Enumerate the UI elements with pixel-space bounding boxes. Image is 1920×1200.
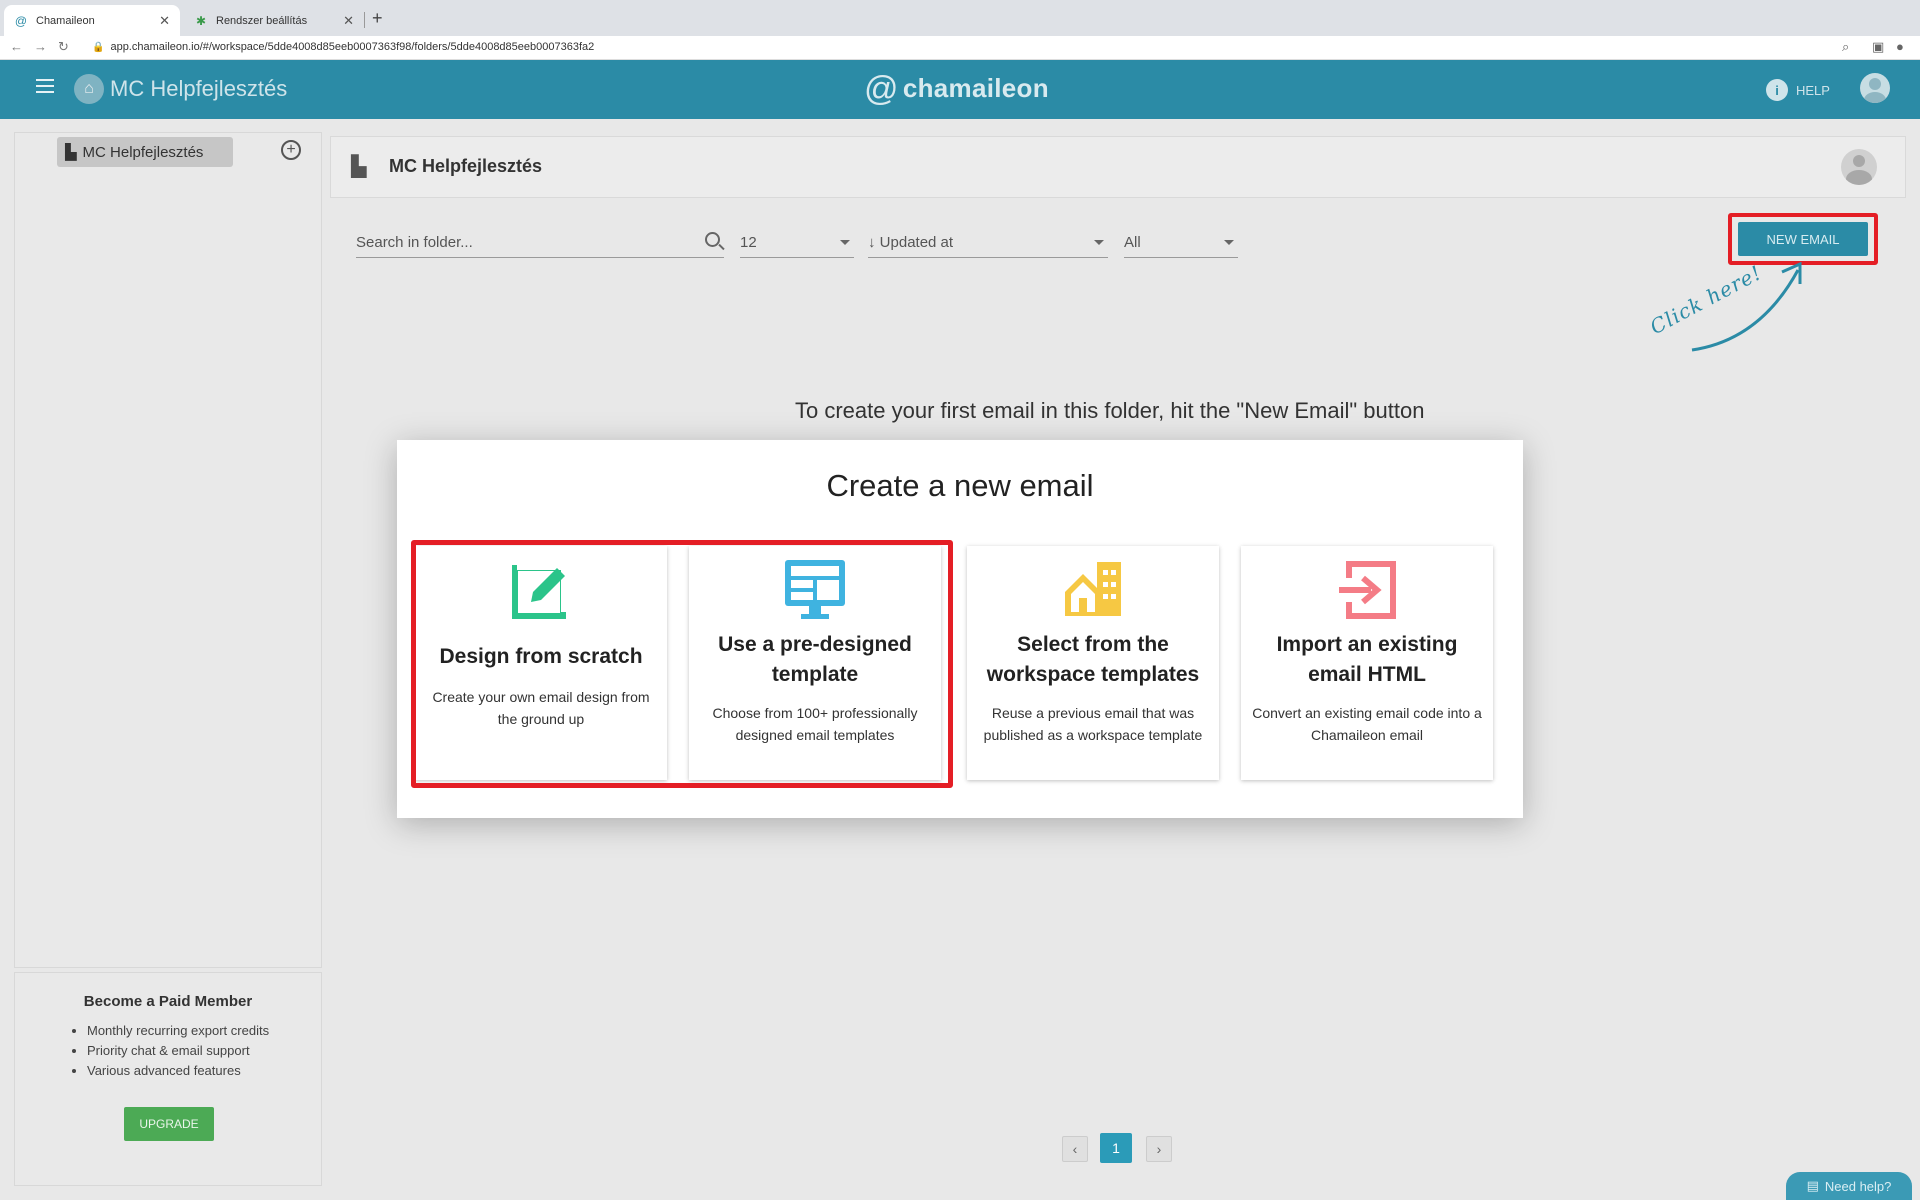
workspace-title: MC Helpfejlesztés	[110, 76, 288, 101]
need-help-label: Need help?	[1824, 1178, 1892, 1194]
url-field[interactable]: 🔒 app.chamaileon.io/#/workspace/5dde4008d…	[92, 41, 594, 53]
need-help-chat-button[interactable]: ▤ Need help?	[1786, 1172, 1912, 1200]
sidebar-item-label: MC Helpfejlesztés	[82, 143, 204, 161]
browser-tabbar: @ Chamaileon ✕ ✱ Rendszer beállítás ✕ +	[0, 0, 1920, 36]
browser-tab-rendszer[interactable]: ✱ Rendszer beállítás ✕	[184, 5, 364, 36]
prev-page-button[interactable]: ‹	[1062, 1136, 1088, 1162]
at-icon: @	[14, 13, 28, 28]
status-filter-select[interactable]: All	[1124, 230, 1238, 258]
chamaileon-logo[interactable]: @ chamaileon	[864, 70, 1049, 109]
help-label: HELP	[1796, 82, 1830, 98]
logo-text: chamaileon	[902, 73, 1049, 103]
folder-user-avatar[interactable]	[1841, 149, 1877, 185]
search-icon[interactable]	[705, 232, 720, 247]
browser-tab-chamaileon[interactable]: @ Chamaileon ✕	[4, 5, 180, 36]
tab-title: Chamaileon	[36, 14, 95, 27]
profile-icon[interactable]: ●	[1896, 39, 1904, 54]
per-page-select[interactable]: 12	[740, 230, 854, 258]
empty-folder-message: To create your first email in this folde…	[795, 398, 1425, 423]
card-description: Convert an existing email code into a Ch…	[1252, 705, 1482, 743]
address-bar: ← → ↻ 🔒 app.chamaileon.io/#/workspace/5dd…	[0, 36, 1920, 60]
extension-icon[interactable]: ▣	[1872, 39, 1884, 55]
workspace-home-icon: ⌂	[74, 74, 104, 104]
caret-down-icon	[1094, 240, 1104, 245]
workspace-templates-card[interactable]: Select from the workspace templates Reus…	[967, 546, 1219, 780]
sidebar: ▙ MC Helpfejlesztés +	[14, 132, 322, 968]
menu-icon[interactable]	[36, 79, 54, 93]
zoom-icon[interactable]: ⌕	[1842, 39, 1849, 55]
template-options-highlight	[411, 540, 953, 788]
sort-value-wrap: ↓ Updated at	[868, 234, 953, 251]
card-title: Select from the workspace templates	[986, 633, 1200, 686]
new-email-button[interactable]: NEW EMAIL	[1738, 222, 1868, 256]
feature-item: Monthly recurring export credits	[87, 1023, 269, 1038]
caret-down-icon	[1224, 240, 1234, 245]
next-page-button[interactable]: ›	[1146, 1136, 1172, 1162]
logo-symbol: @	[864, 70, 899, 108]
user-avatar[interactable]	[1860, 73, 1890, 103]
building-icon: ▙	[351, 156, 367, 178]
per-page-value: 12	[740, 234, 757, 251]
modal-title: Create a new email	[826, 468, 1094, 503]
sort-value: Updated at	[879, 234, 954, 251]
feature-item: Priority chat & email support	[87, 1043, 269, 1058]
paid-title: Become a Paid Member	[83, 993, 253, 1010]
caret-down-icon	[840, 240, 850, 245]
app-header: ⌂ MC Helpfejlesztés @ chamaileon i HELP	[0, 60, 1920, 119]
colorful-logo-icon: ✱	[195, 13, 207, 28]
help-button[interactable]: i HELP	[1766, 79, 1830, 101]
paid-member-panel: Become a Paid Member Monthly recurring e…	[14, 972, 322, 1186]
arrow-down-icon: ↓	[868, 234, 880, 251]
chat-icon: ▤	[1806, 1178, 1819, 1193]
forward-icon[interactable]: →	[34, 39, 47, 54]
filter-value: All	[1124, 234, 1141, 251]
building-icon: ▙	[65, 144, 77, 161]
search-placeholder: Search in folder...	[356, 234, 473, 251]
card-description: Reuse a previous email that was publishe…	[983, 705, 1203, 743]
reload-icon[interactable]: ↻	[58, 39, 69, 55]
sort-select[interactable]: ↓ Updated at	[868, 230, 1108, 258]
page-1-button[interactable]: 1	[1100, 1133, 1132, 1163]
buildings-icon	[1065, 562, 1121, 616]
folder-header: ▙ MC Helpfejlesztés	[330, 136, 1906, 198]
card-title: Import an existing email HTML	[1276, 633, 1458, 686]
search-input[interactable]: Search in folder...	[356, 230, 724, 258]
upgrade-button[interactable]: UPGRADE	[124, 1107, 214, 1141]
tab-separator	[364, 12, 365, 28]
import-icon	[1339, 561, 1396, 619]
lock-icon: 🔒	[92, 42, 105, 53]
tab-title: Rendszer beállítás	[216, 14, 308, 27]
close-icon[interactable]: ✕	[343, 13, 354, 29]
info-icon: i	[1766, 79, 1788, 101]
import-html-card[interactable]: Import an existing email HTML Convert an…	[1241, 546, 1493, 780]
new-tab-button[interactable]: +	[372, 8, 383, 29]
add-workspace-icon[interactable]: +	[281, 140, 301, 160]
folder-title: MC Helpfejlesztés	[389, 156, 543, 176]
feature-item: Various advanced features	[87, 1063, 269, 1078]
feature-list: Monthly recurring export credits Priorit…	[87, 1023, 269, 1083]
sidebar-item-workspace[interactable]: ▙ MC Helpfejlesztés	[57, 137, 233, 167]
url-text: app.chamaileon.io/#/workspace/5dde4008d8…	[110, 41, 595, 53]
close-icon[interactable]: ✕	[159, 13, 170, 29]
back-icon[interactable]: ←	[10, 39, 23, 54]
